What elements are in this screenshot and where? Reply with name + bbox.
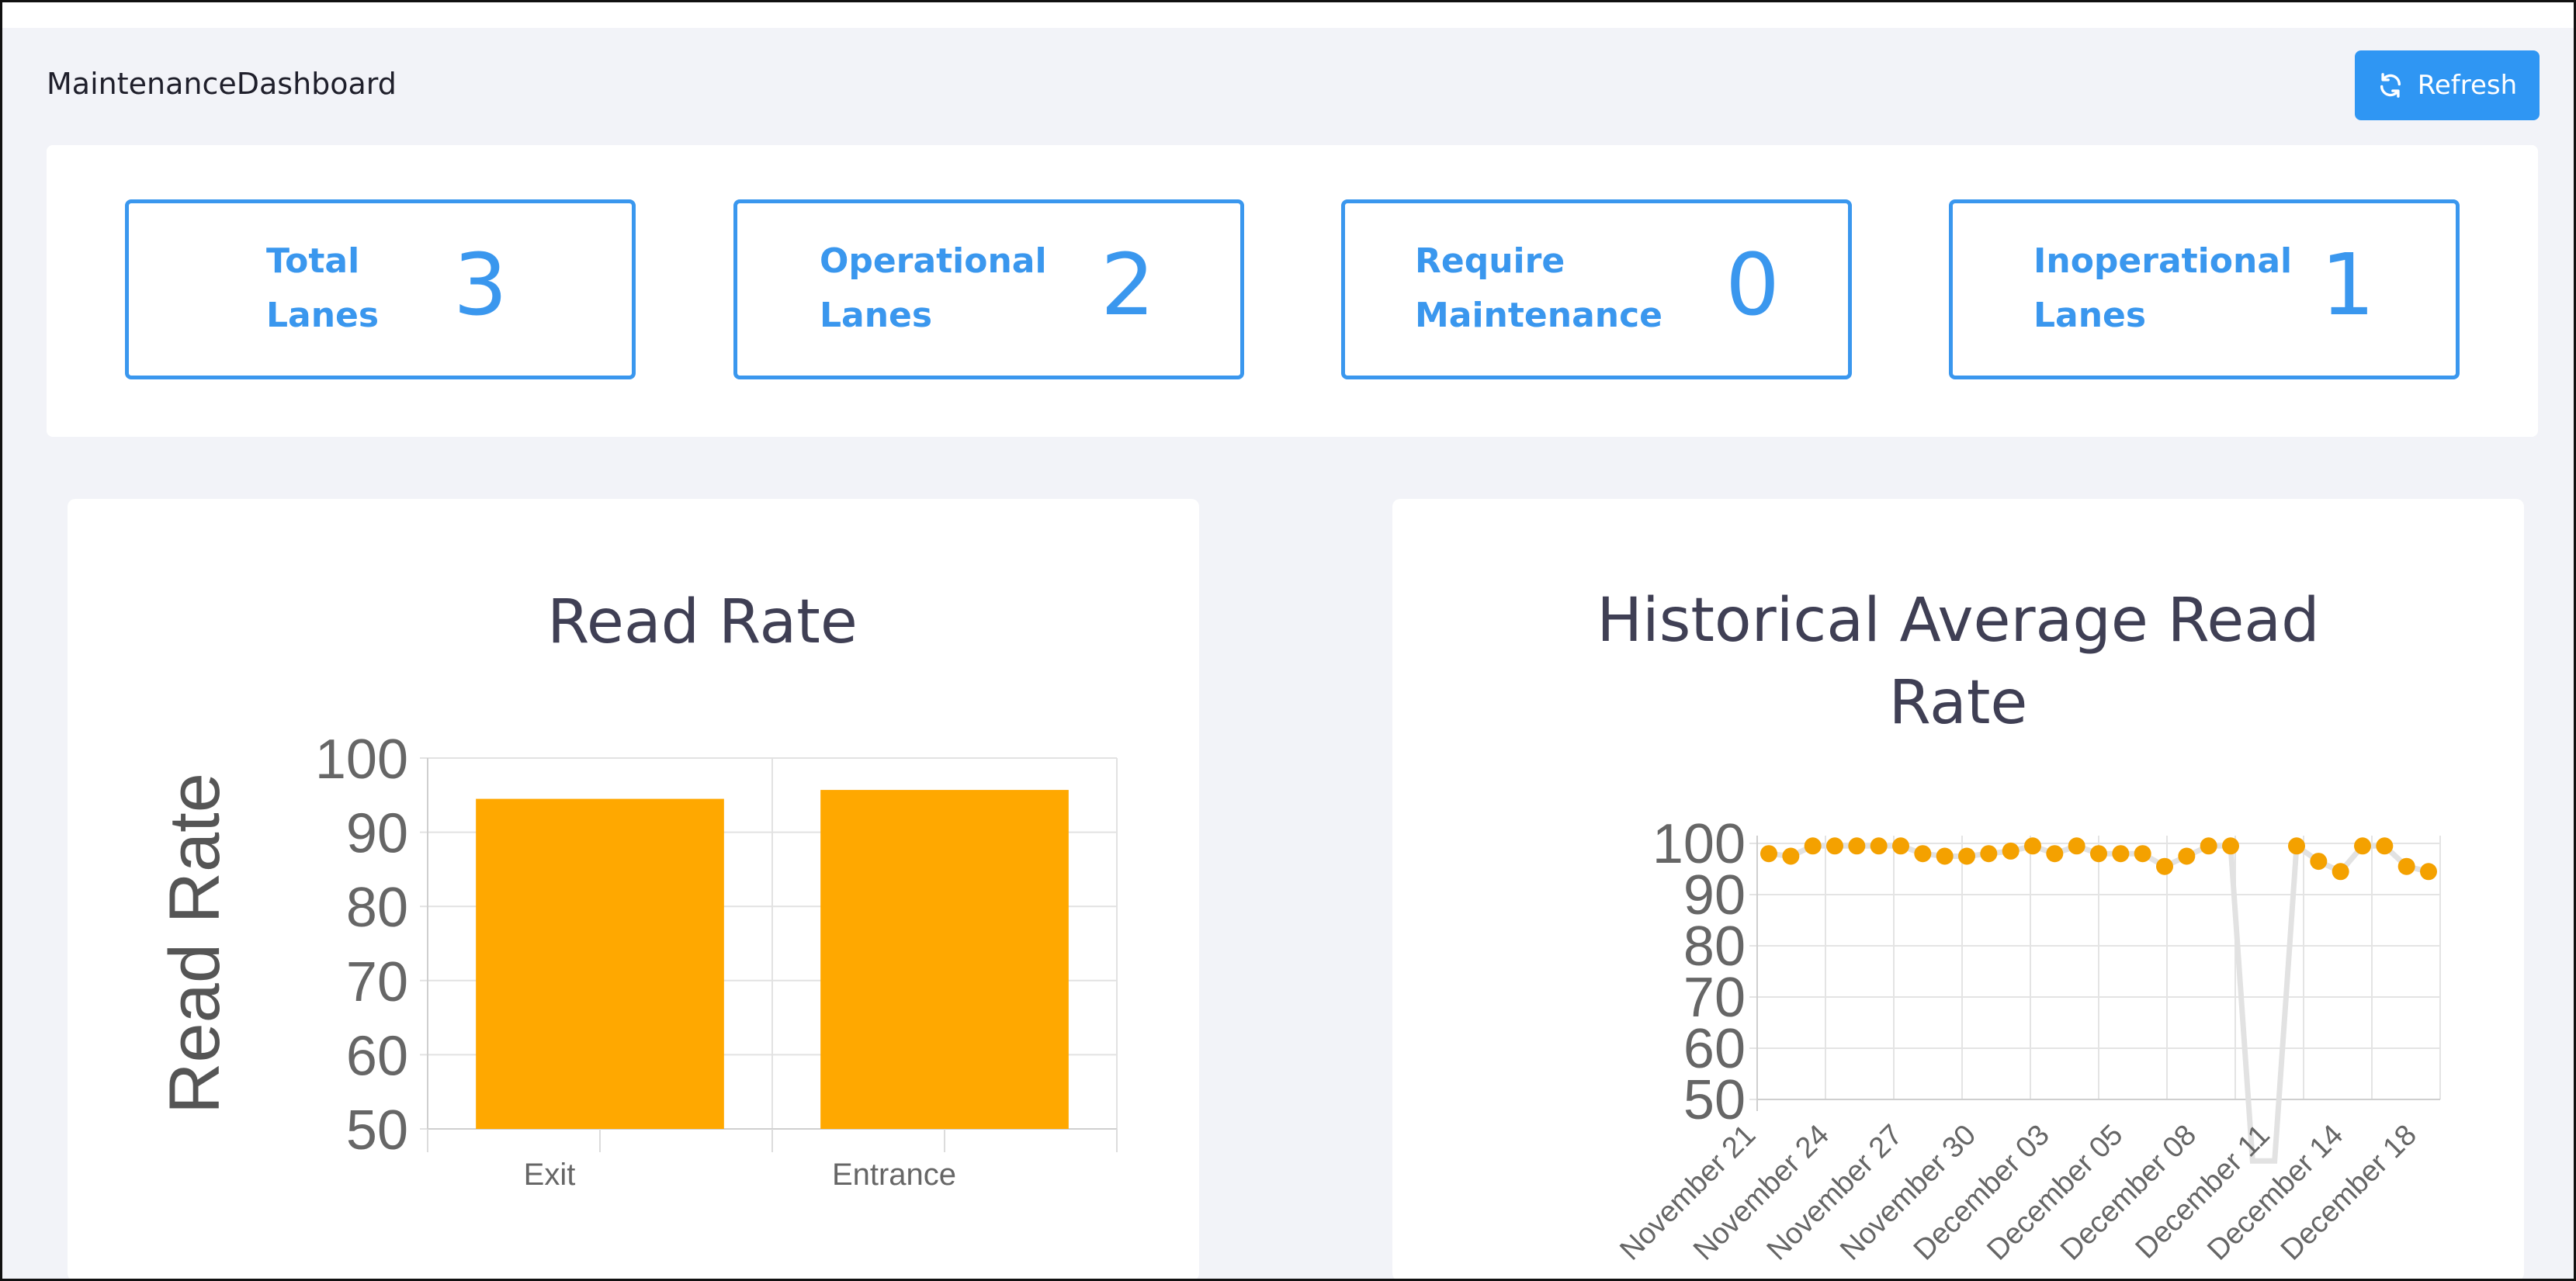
stat-card-inoperational-lanes: Inoperational Lanes 1 <box>1949 199 2460 379</box>
window-top-strip <box>0 0 2576 28</box>
stat-card-total-lanes: Total Lanes 3 <box>125 199 636 379</box>
data-point <box>1782 847 1800 865</box>
data-point <box>2397 857 2415 875</box>
data-point <box>2420 863 2437 881</box>
refresh-button-label: Refresh <box>2417 70 2518 101</box>
y-tick-label: 60 <box>346 1025 408 1087</box>
data-point <box>2112 845 2130 863</box>
data-point <box>2332 863 2349 881</box>
stat-value: 1 <box>2321 235 2375 334</box>
y-tick-label: 100 <box>1652 813 1746 875</box>
chart-title: Read Rate <box>547 587 858 657</box>
data-point <box>1870 837 1888 855</box>
data-point <box>2310 853 2328 871</box>
stat-label: Total Lanes <box>266 241 380 335</box>
data-point <box>2200 837 2217 855</box>
bar-exit <box>476 798 724 1129</box>
historical-card: Historical Average Read Rate Read Rate 50 60… <box>1392 499 2524 1281</box>
y-tick-label: 80 <box>346 877 408 939</box>
x-tick-label: Entrance <box>832 1158 956 1192</box>
read-rate-bar-chart: Read Rate Read Rate 50 60 70 80 90 100 Exit Entra… <box>155 587 1118 1192</box>
data-point <box>2068 837 2085 855</box>
stat-value: 0 <box>1725 235 1780 334</box>
brand-title: MaintenanceDashboard <box>47 67 397 101</box>
data-point <box>2156 857 2173 875</box>
stat-value: 3 <box>453 235 508 334</box>
stat-label: Require Maintenance <box>1415 241 1663 335</box>
y-axis-label: Read Rate <box>1480 887 1559 1228</box>
data-point <box>2376 837 2394 855</box>
historical-line-chart: Historical Average ReadRateRead Rate 5060… <box>1480 586 2441 1267</box>
stat-label: Inoperational Lanes <box>2033 241 2293 335</box>
refresh-button[interactable]: Refresh <box>2355 50 2540 120</box>
read-rate-card: Read Rate Read Rate 50 60 70 80 90 100 Exit Entra… <box>68 499 1199 1281</box>
data-point <box>1826 837 1843 855</box>
chart-title-line: Rate <box>1889 668 2028 738</box>
data-point <box>2354 837 2371 855</box>
data-point <box>2002 842 2020 860</box>
y-axis-label: Read Rate <box>155 773 234 1114</box>
data-point <box>2090 845 2107 863</box>
data-point <box>2134 845 2151 863</box>
bar-entrance <box>820 790 1069 1129</box>
data-point <box>2024 837 2041 855</box>
data-point <box>1892 837 1909 855</box>
refresh-icon <box>2380 73 2401 98</box>
stat-value: 2 <box>1101 235 1155 334</box>
data-point <box>1980 845 1998 863</box>
y-tick-label: 90 <box>346 803 408 865</box>
stat-label: Operational Lanes <box>820 241 1047 335</box>
data-point <box>2178 847 2196 865</box>
y-tick-label: 50 <box>346 1099 408 1162</box>
data-point <box>1804 837 1822 855</box>
stats-panel: Total Lanes 3 Operational Lanes 2 Requir… <box>47 145 2538 437</box>
data-point <box>2046 845 2064 863</box>
data-point <box>1936 847 1954 865</box>
y-tick-label: 70 <box>346 951 408 1013</box>
stat-card-require-maintenance: Require Maintenance 0 <box>1341 199 1852 379</box>
data-point <box>1914 845 1932 863</box>
data-point <box>2288 837 2305 855</box>
data-point <box>2222 837 2239 855</box>
stat-card-operational-lanes: Operational Lanes 2 <box>733 199 1244 379</box>
y-tick-label: 100 <box>315 729 408 791</box>
data-point <box>1760 845 1777 863</box>
data-point <box>1958 847 1975 865</box>
chart-title-line: Historical Average Read <box>1597 586 2319 656</box>
data-point <box>1848 837 1866 855</box>
x-tick-label: Exit <box>524 1158 576 1192</box>
